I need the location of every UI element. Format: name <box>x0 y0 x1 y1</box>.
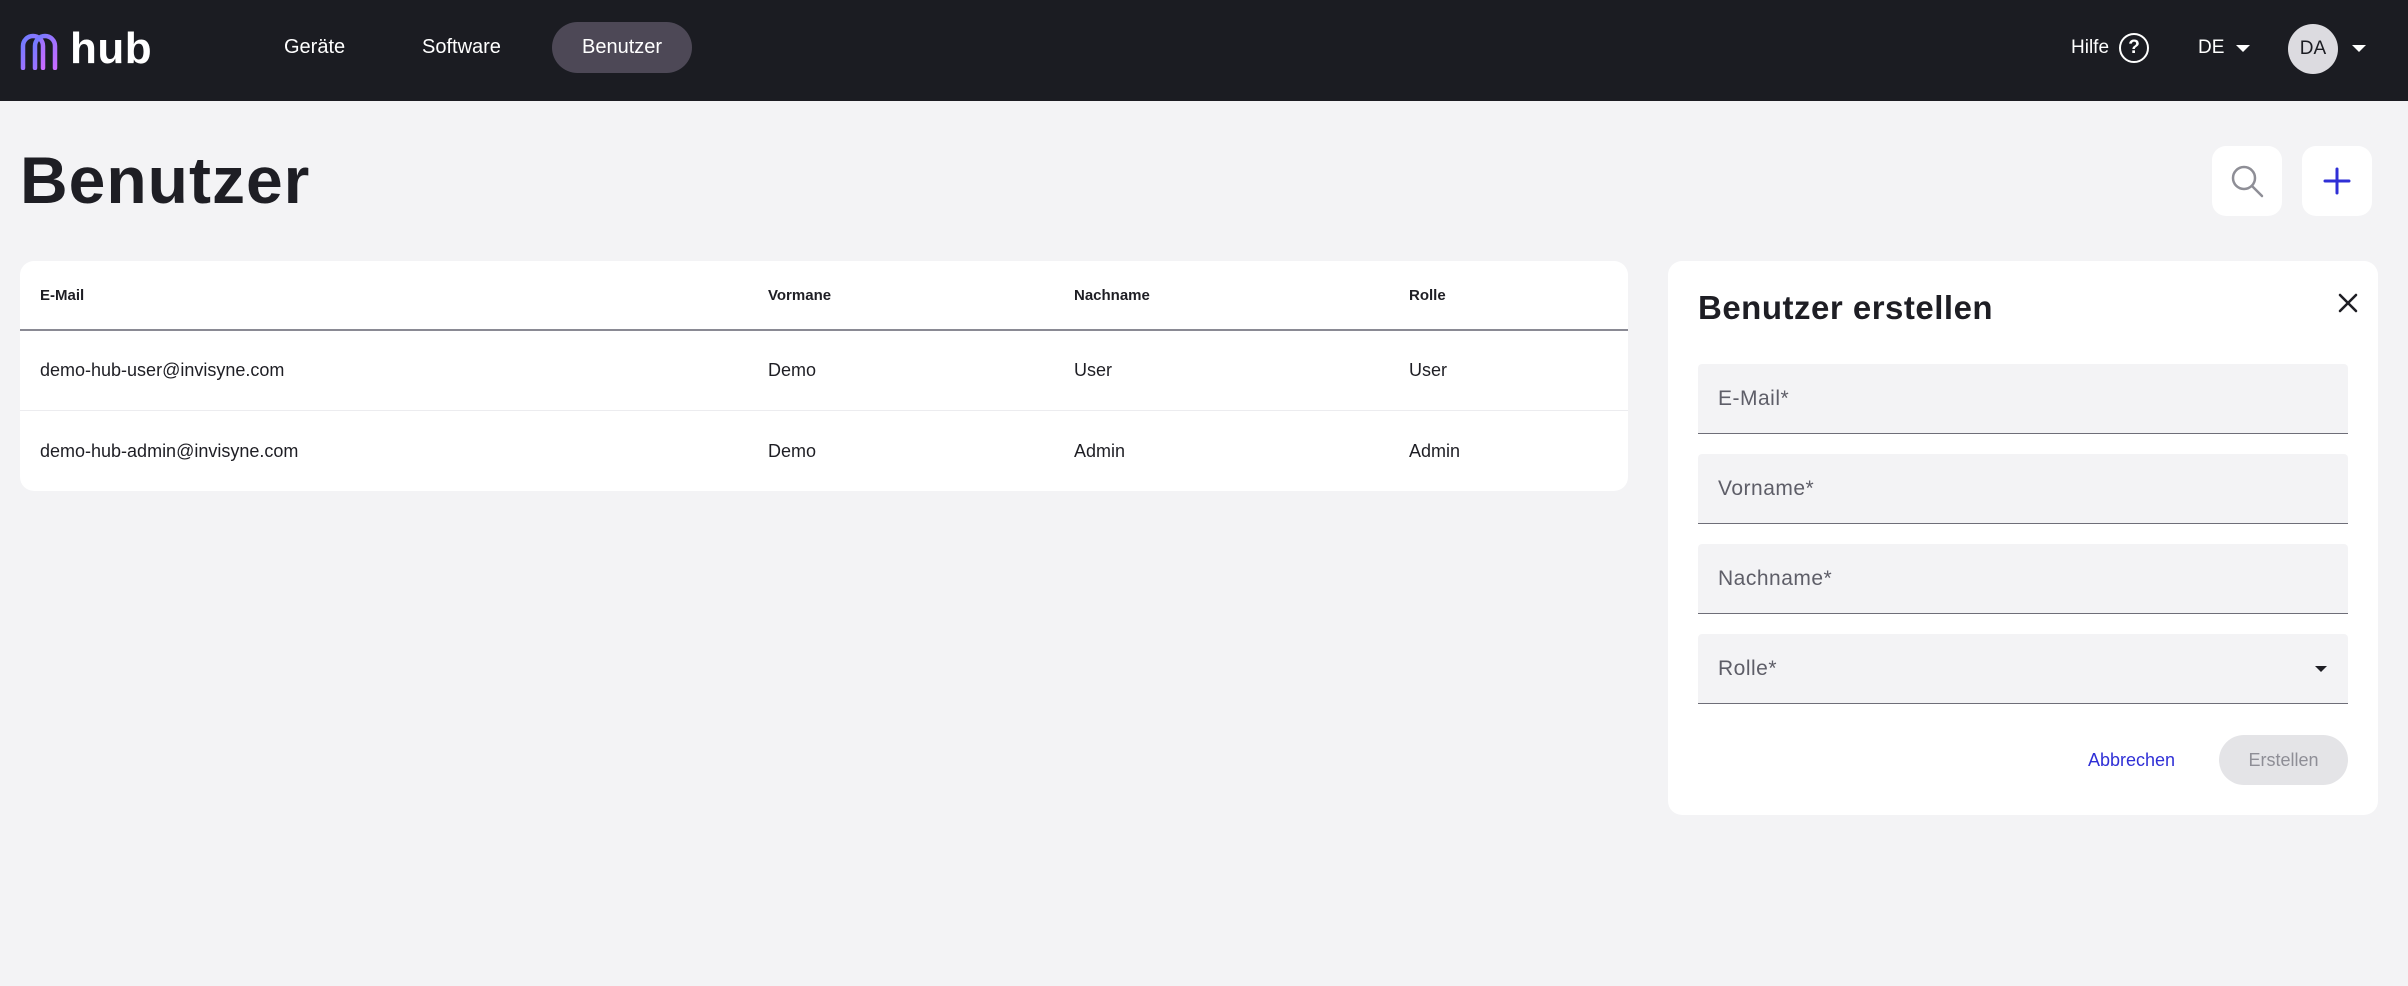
nav-item-software[interactable]: Software <box>392 22 531 73</box>
hub-logo[interactable]: hub <box>18 26 152 72</box>
language-label: DE <box>2198 37 2225 58</box>
table-row[interactable]: demo-hub-admin@invisyne.com Demo Admin A… <box>20 411 1628 491</box>
cell-vorname: Demo <box>768 360 817 380</box>
vorname-field[interactable] <box>1698 454 2348 523</box>
column-header-nachname[interactable]: Nachname <box>1074 261 1150 329</box>
nachname-field[interactable] <box>1698 544 2348 613</box>
user-avatar[interactable]: DA <box>2288 24 2338 74</box>
cell-rolle: Admin <box>1409 440 1461 461</box>
rolle-select-label: Rolle* <box>1718 657 1778 680</box>
column-header-rolle[interactable]: Rolle <box>1409 261 1446 329</box>
email-field[interactable] <box>1698 364 2348 433</box>
help-button[interactable]: Hilfe ? <box>2071 30 2150 66</box>
cell-email: demo-hub-admin@invisyne.com <box>40 440 299 461</box>
search-icon <box>2231 165 2264 198</box>
hub-logo-icon <box>20 33 58 70</box>
search-button[interactable] <box>2212 146 2282 216</box>
cell-nachname: Admin <box>1074 440 1126 461</box>
language-selector[interactable]: DE <box>2198 30 2251 66</box>
account-menu-chevron-icon[interactable] <box>2352 45 2366 52</box>
plus-icon <box>2323 167 2351 195</box>
panel-title: Benutzer erstellen <box>1698 289 1994 326</box>
vorname-field-container <box>1698 454 2348 524</box>
close-panel-button[interactable] <box>2330 285 2366 321</box>
brand-name: hub <box>70 24 153 73</box>
add-user-button[interactable] <box>2302 146 2372 216</box>
page-title: Benutzer <box>20 143 311 217</box>
cell-email: demo-hub-user@invisyne.com <box>40 360 285 380</box>
table-row[interactable]: demo-hub-user@invisyne.com Demo User Use… <box>20 331 1628 411</box>
users-table: E-Mail Vormane Nachname Rolle demo-hub-u… <box>20 261 1628 491</box>
nav-item-geraete[interactable]: Geräte <box>254 22 375 73</box>
nachname-field-container <box>1698 544 2348 614</box>
column-header-vorname[interactable]: Vormane <box>768 261 831 329</box>
chevron-down-icon <box>2236 44 2251 52</box>
nav-item-benutzer[interactable]: Benutzer <box>552 22 693 73</box>
email-field-container <box>1698 364 2348 434</box>
rolle-select[interactable]: Rolle* <box>1698 634 2348 704</box>
column-header-email[interactable]: E-Mail <box>40 261 84 329</box>
close-icon <box>2338 293 2358 313</box>
cell-rolle: User <box>1409 360 1448 380</box>
cancel-button[interactable]: Abbrechen <box>2078 735 2185 785</box>
cell-vorname: Demo <box>768 440 817 461</box>
table-header-row: E-Mail Vormane Nachname Rolle <box>20 261 1628 331</box>
create-button[interactable]: Erstellen <box>2219 735 2348 785</box>
help-label: Hilfe <box>2071 37 2110 58</box>
create-user-panel: Benutzer erstellen Rolle* Abbrechen Erst… <box>1668 261 2378 815</box>
top-navigation-bar: hub Geräte Software Benutzer Hilfe ? DE … <box>0 0 2408 101</box>
help-circle-icon: ? <box>2119 33 2150 63</box>
chevron-down-icon <box>2315 666 2327 672</box>
cell-nachname: User <box>1074 360 1113 380</box>
